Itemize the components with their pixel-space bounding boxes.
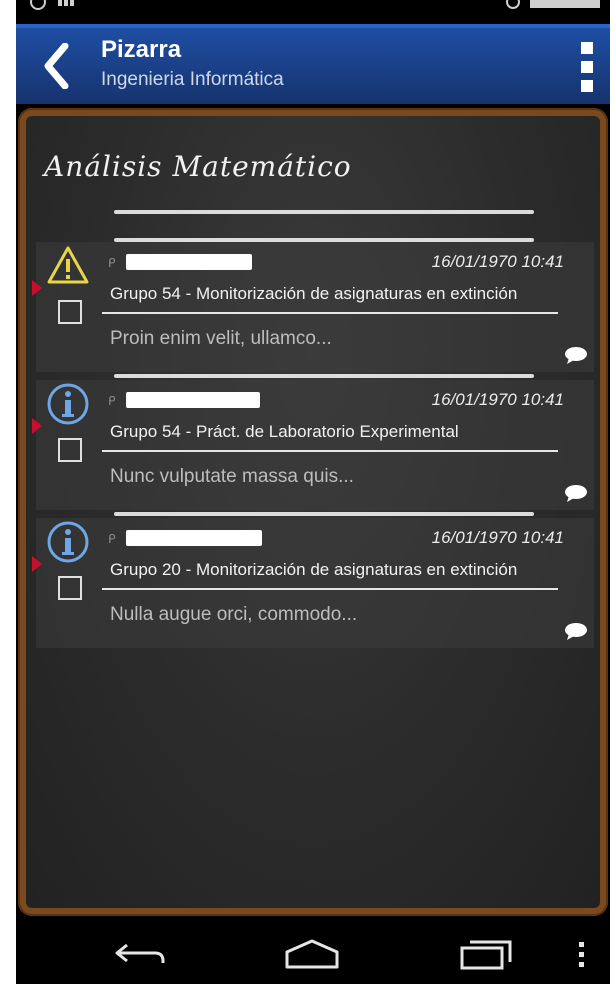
page-subtitle: Ingenieria Informática — [101, 69, 284, 90]
status-bar — [16, 0, 610, 22]
menu-dot-icon — [581, 61, 593, 73]
chalk-divider — [114, 210, 534, 214]
sender-redacted — [126, 392, 260, 408]
page-title: Pizarra — [101, 36, 182, 63]
message-date: 16/01/1970 10:41 — [431, 528, 564, 547]
info-icon — [47, 383, 89, 425]
nav-home-button[interactable] — [280, 934, 344, 974]
title-block: Pizarra Ingenieria Informática — [101, 36, 284, 91]
home-icon — [285, 939, 339, 969]
select-checkbox[interactable] — [58, 300, 82, 324]
nav-menu-button[interactable] — [572, 934, 592, 974]
menu-dot-icon — [581, 80, 593, 92]
system-icons — [504, 0, 600, 12]
message-preview: Nunc vulputate massa quis... — [110, 466, 354, 487]
chalk-underline — [102, 312, 558, 314]
message-date: 16/01/1970 10:41 — [431, 390, 564, 409]
comment-icon — [565, 623, 587, 640]
chalk-divider — [114, 374, 534, 378]
back-arrow-icon — [115, 943, 165, 963]
signal-battery-icon — [530, 0, 600, 8]
comment-icon — [565, 347, 587, 364]
message-item[interactable]: ᑭ 16/01/1970 10:41 Grupo 54 - Práct. de … — [32, 380, 594, 510]
unread-marker — [32, 556, 42, 572]
message-subject: Grupo 54 - Práct. de Laboratorio Experim… — [110, 422, 459, 441]
message-preview: Nulla augue orci, commodo... — [110, 604, 358, 625]
sender-icon: ᑭ — [108, 256, 116, 270]
info-icon — [47, 521, 89, 563]
app-screen: Pizarra Ingenieria Informática Análisis … — [16, 0, 610, 984]
overflow-menu-button[interactable] — [572, 42, 602, 92]
more-vert-icon — [579, 942, 584, 967]
message-subject: Grupo 20 - Monitorización de asignaturas… — [110, 560, 518, 579]
nav-recents-button[interactable] — [454, 934, 518, 974]
action-bar: Pizarra Ingenieria Informática — [16, 24, 610, 104]
board-heading: Análisis Matemático — [44, 150, 352, 183]
navigation-bar — [16, 920, 610, 984]
chalkboard-frame: Análisis Matemático ᑭ 16/01/1970 10:41 G… — [18, 108, 608, 916]
notification-icons — [30, 0, 74, 10]
chalkboard: Análisis Matemático ᑭ 16/01/1970 10:41 G… — [26, 116, 600, 908]
message-date: 16/01/1970 10:41 — [431, 252, 564, 271]
sender-redacted — [126, 530, 262, 546]
message-preview: Proin enim velit, ullamco... — [110, 328, 332, 349]
comment-icon — [565, 485, 587, 502]
sender-icon: ᑭ — [108, 394, 116, 408]
recents-icon — [460, 940, 512, 970]
chevron-left-icon — [44, 43, 69, 89]
menu-dot-icon — [581, 42, 593, 54]
sender-redacted — [126, 254, 252, 270]
chalk-divider — [114, 512, 534, 516]
message-item[interactable]: ᑭ 16/01/1970 10:41 Grupo 54 - Monitoriza… — [32, 242, 594, 372]
unread-marker — [32, 418, 42, 434]
chalk-underline — [102, 450, 558, 452]
chalk-underline — [102, 588, 558, 590]
nav-back-button[interactable] — [108, 934, 172, 974]
unread-marker — [32, 280, 42, 296]
sender-icon: ᑭ — [108, 532, 116, 546]
message-subject: Grupo 54 - Monitorización de asignaturas… — [110, 284, 518, 303]
select-checkbox[interactable] — [58, 438, 82, 462]
alarm-icon — [506, 0, 520, 9]
select-checkbox[interactable] — [58, 576, 82, 600]
message-item[interactable]: ᑭ 16/01/1970 10:41 Grupo 20 - Monitoriza… — [32, 518, 594, 648]
warning-icon — [47, 246, 89, 284]
back-button[interactable] — [34, 36, 78, 96]
